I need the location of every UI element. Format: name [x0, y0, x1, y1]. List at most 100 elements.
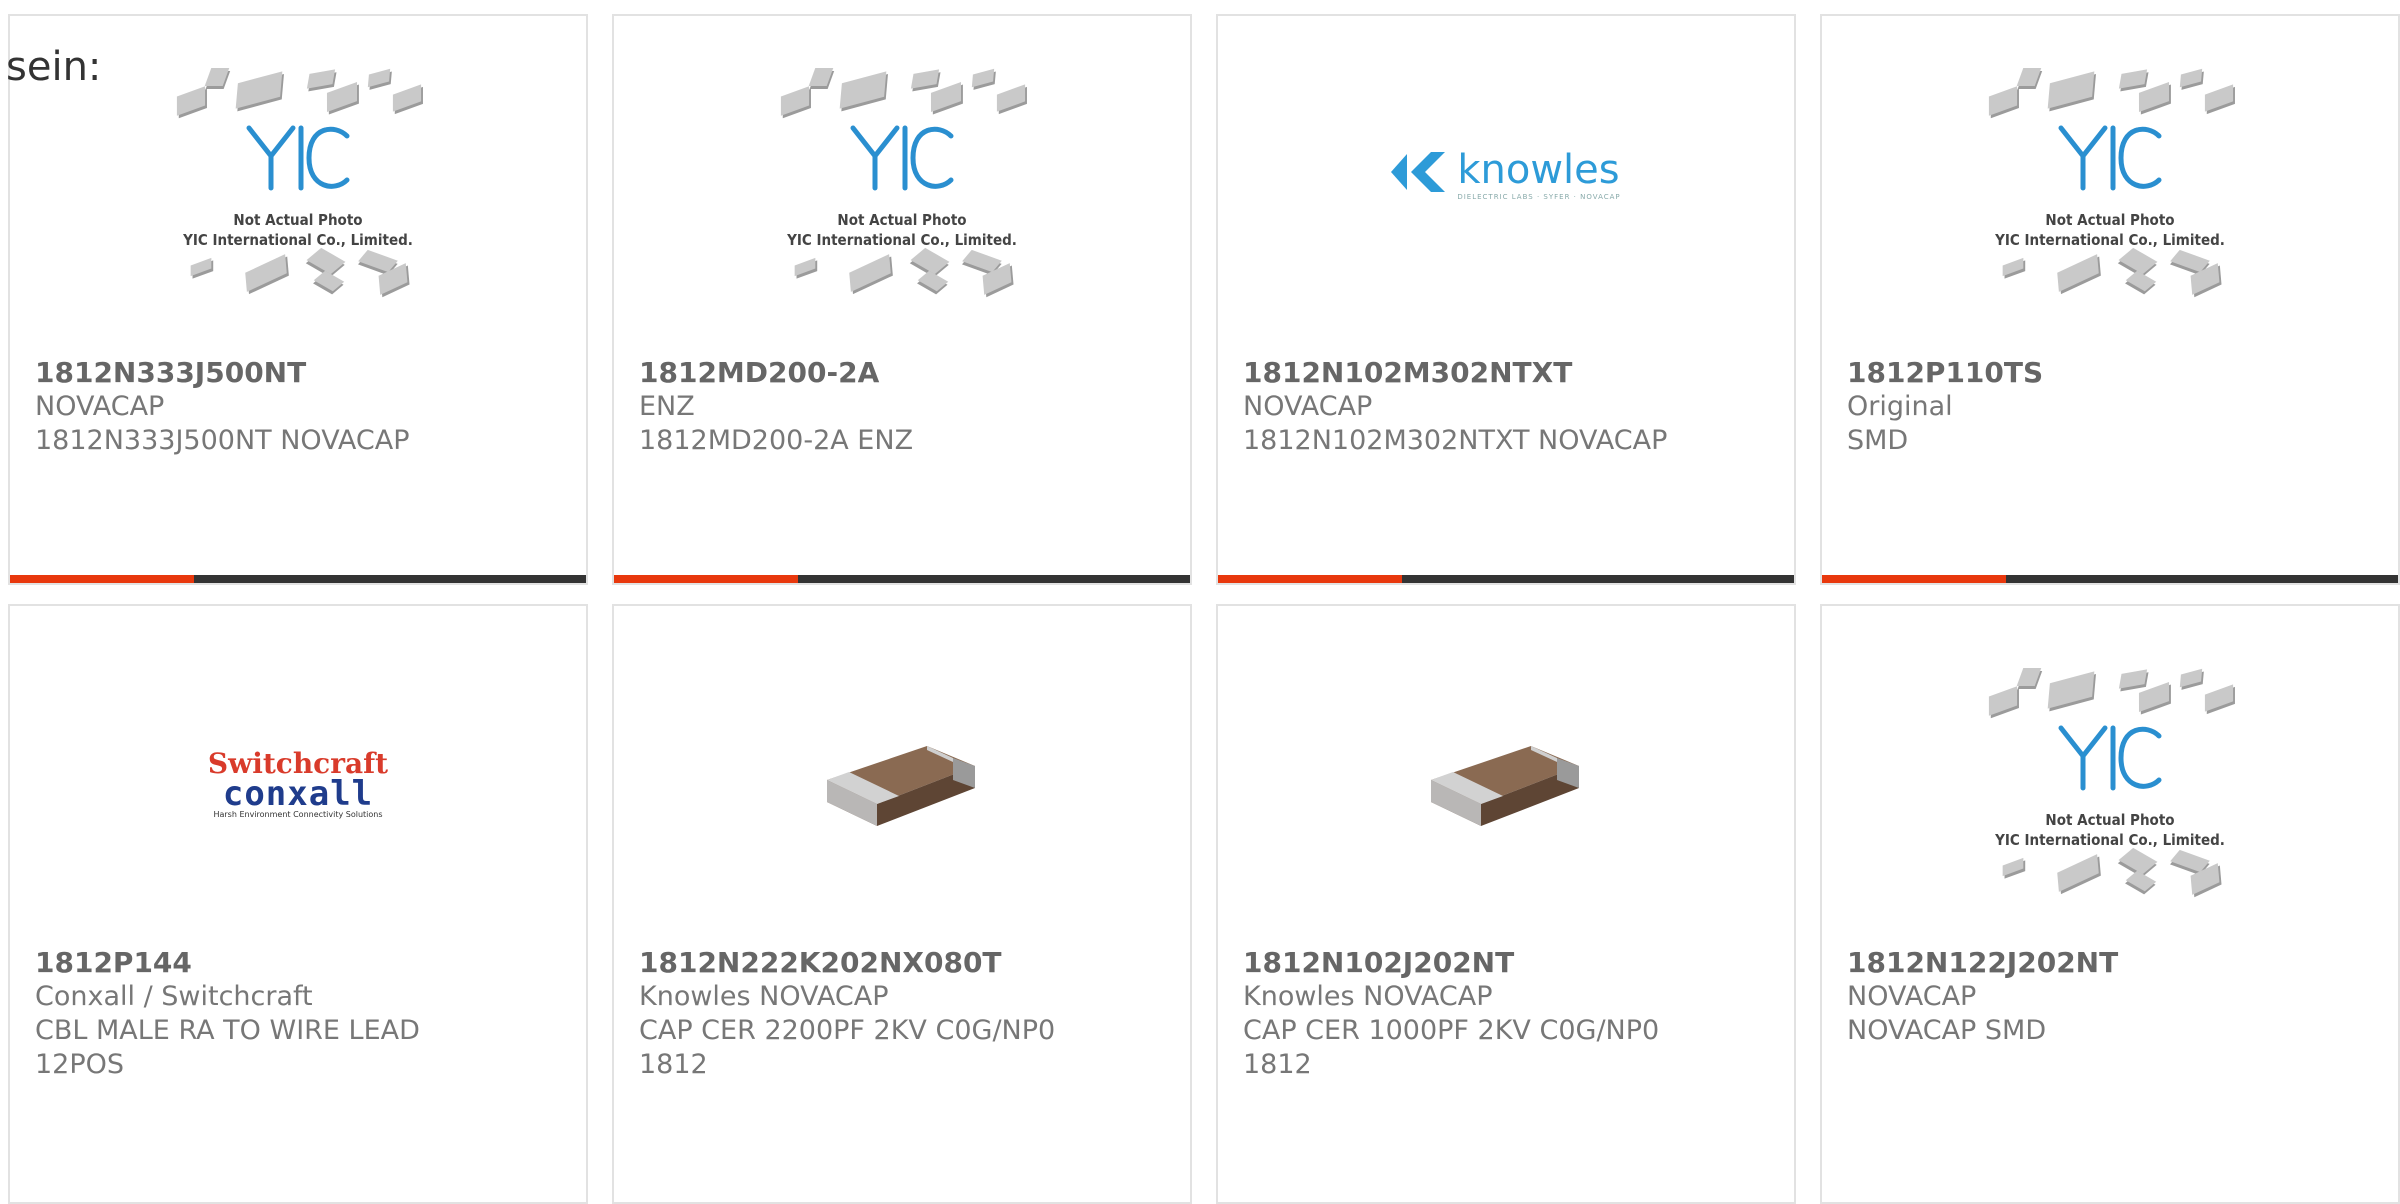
product-image[interactable] [614, 606, 1190, 942]
knowles-logo: knowles DIELECTRIC LABS · SYFER · NOVACAP [1391, 147, 1620, 201]
switchcraft-tagline: Harsh Environment Connectivity Solutions [213, 809, 383, 819]
product-card[interactable]: knowles DIELECTRIC LABS · SYFER · NOVACAP… [1216, 14, 1796, 585]
placeholder-image: Not Actual Photo YIC International Co., L… [1976, 666, 2244, 902]
progress-bar [614, 575, 1190, 583]
product-image[interactable]: knowles DIELECTRIC LABS · SYFER · NOVACAP [1218, 16, 1794, 352]
capacitor-icon [1411, 722, 1601, 846]
yic-logo-icon [1976, 722, 2244, 798]
chip-icon [2138, 81, 2170, 113]
caption-line-2: YIC International Co., Limited. [183, 231, 413, 249]
product-card[interactable]: Not Actual Photo YIC International Co., L… [1820, 604, 2400, 1204]
chip-icon [910, 69, 940, 89]
description-line-1: 1812N333J500NT NOVACAP [35, 425, 410, 456]
manufacturer: Knowles NOVACAP [1243, 981, 1493, 1012]
capacitor-icon [807, 722, 997, 846]
knowles-name: knowles [1457, 147, 1620, 193]
chip-icon [326, 81, 358, 113]
caption-line-1: Not Actual Photo [233, 211, 363, 229]
product-image[interactable] [1218, 606, 1794, 942]
product-info: 1812N102J202NT Knowles NOVACAP CAP CER 100… [1243, 946, 1774, 1082]
chip-icon [313, 270, 345, 292]
chip-icon [808, 68, 834, 86]
chip-icon [1988, 686, 2018, 716]
progress-fill [1822, 575, 2007, 583]
part-number-link[interactable]: 1812N102J202NT [1243, 946, 1774, 980]
manufacturer: NOVACAP [1847, 981, 1977, 1012]
chip-icon [2118, 69, 2148, 89]
description-line-2: 1812 [639, 1049, 708, 1080]
product-card[interactable]: Not Actual Photo YIC International Co., L… [612, 14, 1192, 585]
description-line-1: CAP CER 2200PF 2KV C0G/NP0 [639, 1015, 1056, 1046]
progress-bar [1218, 575, 1794, 583]
progress-fill [614, 575, 799, 583]
product-image[interactable]: Not Actual Photo YIC International Co., L… [614, 16, 1190, 352]
description-line-1: CAP CER 1000PF 2KV C0G/NP0 [1243, 1015, 1660, 1046]
product-card[interactable]: 1812N102J202NT Knowles NOVACAP CAP CER 100… [1216, 604, 1796, 1204]
knowles-wordmark: knowles DIELECTRIC LABS · SYFER · NOVACAP [1457, 147, 1620, 201]
part-number-link[interactable]: 1812P110TS [1847, 356, 2378, 390]
caption-line-1: Not Actual Photo [2045, 211, 2175, 229]
part-number-link[interactable]: 1812N122J202NT [1847, 946, 2378, 980]
placeholder-caption: Not Actual Photo YIC International Co., L… [1976, 810, 2244, 850]
chip-icon [2204, 684, 2234, 712]
product-info: 1812N122J202NT NOVACAP NOVACAP SMD [1847, 946, 2378, 1048]
part-number-link[interactable]: 1812N222K202NX080T [639, 946, 1170, 980]
chip-icon [2118, 669, 2148, 689]
product-image[interactable]: Not Actual Photo YIC International Co., L… [1822, 16, 2398, 352]
description-line-2: 1812 [1243, 1049, 1312, 1080]
product-card[interactable]: Not Actual Photo YIC International Co., L… [1820, 14, 2400, 585]
yic-logo-icon [1976, 122, 2244, 198]
manufacturer: Original [1847, 391, 1953, 422]
caption-line-1: Not Actual Photo [837, 211, 967, 229]
chip-icon [176, 86, 206, 116]
caption-line-2: YIC International Co., Limited. [1995, 231, 2225, 249]
product-info: 1812N222K202NX080T Knowles NOVACAP CAP CER… [639, 946, 1170, 1082]
placeholder-caption: Not Actual Photo YIC International Co., L… [164, 210, 432, 250]
chip-icon [971, 68, 995, 88]
chip-icon [996, 84, 1026, 112]
chip-icon [794, 257, 816, 277]
placeholder-caption: Not Actual Photo YIC International Co., L… [1976, 210, 2244, 250]
part-number-link[interactable]: 1812MD200-2A [639, 356, 1170, 390]
product-card[interactable]: Not Actual Photo YIC International Co., L… [8, 14, 588, 585]
chip-icon [235, 71, 283, 109]
description-line-1: SMD [1847, 425, 1909, 456]
chip-icon [2016, 668, 2042, 686]
chip-icon [392, 84, 422, 112]
chip-icon [849, 254, 891, 292]
progress-bar [10, 575, 586, 583]
part-number-link[interactable]: 1812P144 [35, 946, 566, 980]
placeholder-caption: Not Actual Photo YIC International Co., L… [768, 210, 1036, 250]
part-number-link[interactable]: 1812N333J500NT [35, 356, 566, 390]
manufacturer: Knowles NOVACAP [639, 981, 889, 1012]
knowles-icon [1391, 150, 1447, 198]
yic-logo-icon [164, 122, 432, 198]
placeholder-image: Not Actual Photo YIC International Co., L… [768, 66, 1036, 302]
manufacturer: NOVACAP [35, 391, 165, 422]
product-image[interactable]: Switchcraft conxall Harsh Environment Conn… [10, 606, 586, 942]
chip-icon [2125, 870, 2157, 892]
yic-logo-icon [768, 122, 1036, 198]
description-line-1: NOVACAP SMD [1847, 1015, 2047, 1046]
part-number-link[interactable]: 1812N102M302NTXT [1243, 356, 1774, 390]
manufacturer: NOVACAP [1243, 391, 1373, 422]
chip-icon [930, 81, 962, 113]
caption-line-2: YIC International Co., Limited. [1995, 831, 2225, 849]
manufacturer: ENZ [639, 391, 695, 422]
product-image[interactable]: Not Actual Photo YIC International Co., L… [1822, 606, 2398, 942]
caption-line-1: Not Actual Photo [2045, 811, 2175, 829]
chip-icon [2179, 668, 2203, 688]
product-card[interactable]: 1812N222K202NX080T Knowles NOVACAP CAP CER… [612, 604, 1192, 1204]
chip-icon [1988, 86, 2018, 116]
product-card[interactable]: Switchcraft conxall Harsh Environment Conn… [8, 604, 588, 1204]
chip-icon [2179, 68, 2203, 88]
description-line-2: 12POS [35, 1049, 125, 1080]
placeholder-image: Not Actual Photo YIC International Co., L… [1976, 66, 2244, 302]
product-info: 1812MD200-2A ENZ 1812MD200-2A ENZ [639, 356, 1170, 458]
conxall-wordmark: conxall [222, 773, 374, 814]
chip-icon [2057, 854, 2099, 892]
progress-fill [10, 575, 195, 583]
chip-icon [2204, 84, 2234, 112]
chip-icon [245, 254, 287, 292]
description-line-1: 1812MD200-2A ENZ [639, 425, 914, 456]
